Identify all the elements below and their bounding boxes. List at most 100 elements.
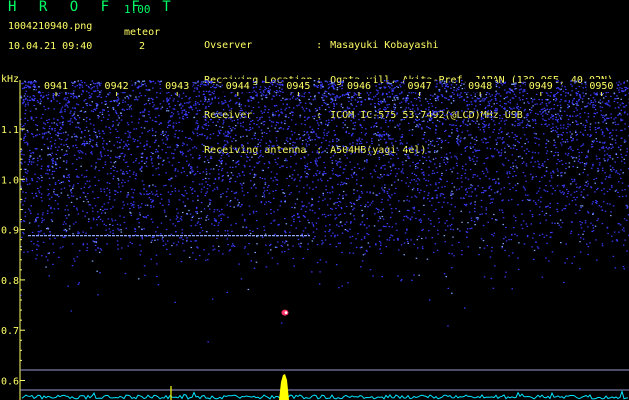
noise-dot bbox=[120, 229, 122, 231]
noise-dot bbox=[26, 129, 29, 132]
noise-dot bbox=[391, 144, 394, 146]
noise-dot bbox=[592, 230, 595, 232]
noise-dot bbox=[74, 81, 76, 83]
noise-dot bbox=[51, 220, 54, 222]
noise-dot bbox=[441, 172, 443, 174]
noise-dot bbox=[503, 164, 505, 166]
noise-dot bbox=[255, 195, 257, 197]
noise-dot bbox=[85, 143, 87, 145]
noise-dot bbox=[530, 173, 532, 175]
noise-dot bbox=[552, 118, 554, 120]
noise-dot bbox=[256, 95, 258, 97]
noise-dot bbox=[311, 222, 314, 224]
noise-dot bbox=[192, 131, 194, 133]
noise-dot bbox=[145, 161, 148, 163]
noise-dot bbox=[288, 185, 290, 187]
noise-dot bbox=[518, 142, 520, 144]
noise-dot bbox=[539, 167, 541, 169]
noise-dot bbox=[401, 143, 404, 145]
noise-dot bbox=[70, 110, 72, 112]
noise-dot bbox=[60, 110, 62, 112]
noise-dot bbox=[297, 174, 299, 176]
noise-dot bbox=[598, 127, 601, 129]
noise-dot bbox=[275, 111, 277, 113]
noise-dot bbox=[263, 121, 266, 123]
noise-dot bbox=[333, 130, 335, 132]
noise-dot bbox=[425, 179, 427, 182]
noise-dot bbox=[308, 168, 311, 171]
noise-dot bbox=[581, 161, 584, 164]
noise-dot bbox=[599, 99, 602, 101]
noise-dot bbox=[617, 191, 619, 193]
noise-dot bbox=[273, 211, 275, 213]
noise-dot bbox=[220, 193, 222, 196]
noise-dot bbox=[63, 229, 65, 231]
noise-dot bbox=[160, 233, 162, 235]
noise-dot bbox=[326, 151, 328, 154]
noise-dot bbox=[302, 236, 304, 238]
noise-dot bbox=[187, 137, 190, 140]
noise-dot bbox=[186, 213, 188, 215]
noise-dot bbox=[397, 80, 399, 82]
noise-dot bbox=[115, 136, 118, 139]
noise-dot bbox=[528, 150, 530, 152]
noise-dot bbox=[213, 211, 215, 213]
noise-dot bbox=[289, 231, 291, 233]
noise-dot bbox=[284, 218, 286, 220]
noise-dot bbox=[380, 242, 382, 244]
noise-dot bbox=[452, 193, 454, 195]
noise-dot bbox=[546, 92, 548, 94]
noise-dot bbox=[542, 115, 544, 117]
noise-dot bbox=[197, 84, 199, 87]
noise-dot bbox=[429, 200, 431, 202]
noise-dot bbox=[246, 160, 248, 162]
noise-dot bbox=[224, 135, 226, 137]
noise-dot bbox=[343, 110, 346, 112]
noise-dot bbox=[259, 145, 262, 147]
noise-dot bbox=[517, 183, 519, 185]
noise-dot bbox=[615, 171, 617, 173]
noise-dot bbox=[20, 221, 22, 223]
noise-dot bbox=[92, 210, 94, 212]
noise-dot bbox=[274, 159, 276, 161]
noise-dot bbox=[76, 175, 78, 177]
noise-dot bbox=[508, 106, 511, 109]
noise-dot bbox=[59, 92, 61, 94]
noise-dot bbox=[97, 211, 99, 213]
noise-dot bbox=[109, 132, 112, 134]
noise-dot bbox=[619, 87, 621, 89]
noise-dot bbox=[319, 171, 321, 173]
noise-dot bbox=[67, 106, 69, 108]
noise-dot bbox=[227, 114, 230, 116]
noise-dot bbox=[558, 115, 561, 117]
noise-dot bbox=[434, 150, 436, 152]
noise-dot bbox=[289, 138, 292, 140]
noise-dot bbox=[409, 182, 412, 184]
noise-dot bbox=[208, 253, 210, 255]
noise-dot bbox=[137, 205, 140, 207]
noise-dot bbox=[151, 119, 154, 121]
noise-dot bbox=[108, 198, 111, 200]
noise-dot bbox=[84, 136, 86, 138]
noise-dot bbox=[541, 102, 543, 104]
noise-dot bbox=[605, 122, 608, 124]
noise-dot bbox=[624, 189, 626, 191]
noise-dot bbox=[105, 224, 107, 227]
noise-dot bbox=[104, 161, 107, 163]
noise-dot bbox=[580, 224, 582, 226]
noise-dot bbox=[548, 111, 550, 113]
noise-dot bbox=[65, 103, 67, 105]
noise-dot bbox=[383, 98, 385, 100]
noise-dot bbox=[508, 136, 511, 138]
noise-dot bbox=[471, 103, 473, 105]
noise-dot bbox=[158, 163, 160, 165]
noise-dot bbox=[489, 116, 491, 118]
noise-dot bbox=[149, 117, 151, 119]
noise-dot bbox=[417, 109, 419, 111]
noise-dot bbox=[268, 130, 271, 132]
noise-dot bbox=[495, 84, 498, 86]
noise-dot bbox=[155, 254, 158, 256]
noise-dot bbox=[98, 251, 101, 253]
noise-dot bbox=[228, 100, 231, 102]
noise-dot bbox=[460, 177, 462, 179]
